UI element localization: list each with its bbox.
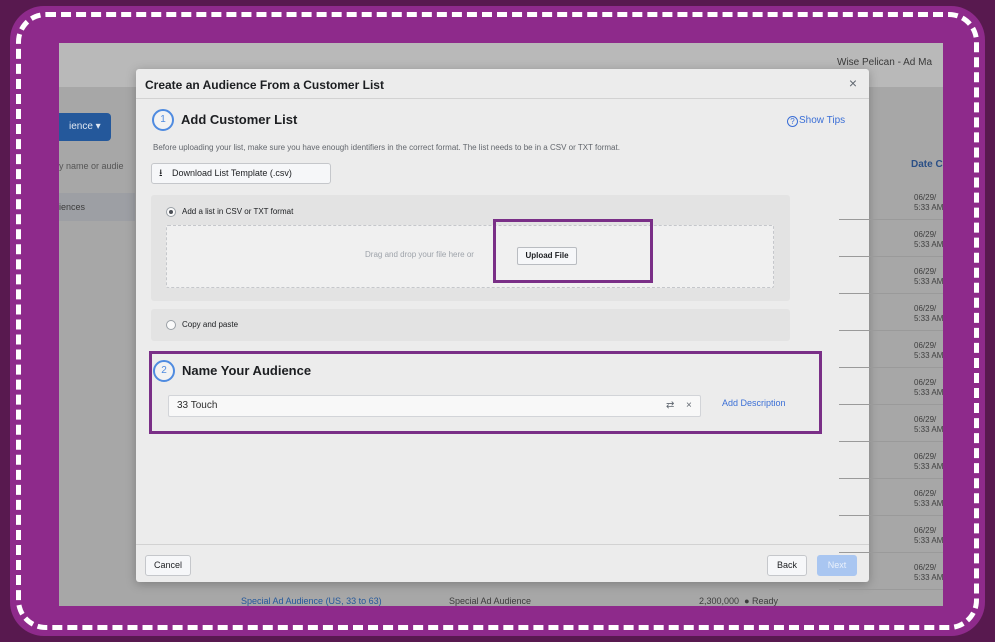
background-date-cell: 06/29/5:33 AM [914,378,943,398]
background-time-value: 5:33 AM [914,314,943,323]
background-time-value: 5:33 AM [914,462,943,471]
background-search-input: y name or audie [59,161,124,171]
upload-option-panel: Add a list in CSV or TXT format Drag and… [151,195,790,301]
background-date-cell: 06/29/5:33 AM [914,415,943,435]
cancel-button[interactable]: Cancel [145,555,191,576]
background-date-cell: 06/29/5:33 AM [914,452,943,472]
background-date-value: 06/29/ [914,489,937,498]
step-2-number: 2 [153,360,175,382]
modal-title: Create an Audience From a Customer List [145,78,384,92]
background-row-size-status: 2,300,000 ● Ready [699,596,778,606]
background-row-divider [839,219,943,220]
paste-option-panel[interactable]: Copy and paste [151,309,790,341]
background-time-value: 5:33 AM [914,536,943,545]
background-row-divider [839,589,943,590]
modal-footer: Cancel Back Next [136,544,869,582]
show-tips-link[interactable]: ? Show Tips [787,115,845,127]
background-sidebar-item: iences [59,193,135,221]
upload-option-label: Add a list in CSV or TXT format [182,207,294,216]
background-date-cell: 06/29/5:33 AM [914,230,943,250]
background-date-value: 06/29/ [914,304,937,313]
background-date-value: 06/29/ [914,526,937,535]
background-date-cell: 06/29/5:33 AM [914,341,943,361]
paste-option-label: Copy and paste [182,320,239,329]
background-time-value: 5:33 AM [914,240,943,249]
next-button[interactable]: Next [817,555,857,576]
download-template-button[interactable]: ⭳ Download List Template (.csv) [151,163,331,184]
background-date-value: 06/29/ [914,193,937,202]
dropzone-hint: Drag and drop your file here or [365,250,474,259]
background-row-divider [839,441,943,442]
audience-name-input[interactable]: 33 Touch ⇄ × [168,395,701,417]
show-tips-label: Show Tips [799,115,846,126]
background-time-value: 5:33 AM [914,277,943,286]
background-date-value: 06/29/ [914,563,937,572]
background-date-cell: 06/29/5:33 AM [914,563,943,583]
background-date-cell: 06/29/5:33 AM [914,193,943,213]
background-date-cell: 06/29/5:33 AM [914,489,943,509]
background-date-value: 06/29/ [914,267,937,276]
background-row-divider [839,515,943,516]
background-row-size: 2,300,000 [699,596,740,606]
background-date-cell: 06/29/5:33 AM [914,267,943,287]
step-1-number: 1 [152,109,174,131]
upload-option-radio[interactable] [166,207,176,217]
modal-header: Create an Audience From a Customer List … [136,69,869,99]
background-row-divider [839,552,943,553]
background-time-value: 5:33 AM [914,388,943,397]
background-row-name: Special Ad Audience (US, 33 to 63) [241,596,382,606]
background-time-value: 5:33 AM [914,499,943,508]
background-row-status: ● Ready [744,596,779,606]
background-row-divider [839,256,943,257]
screenshot-area: Wise Pelican - Ad Ma ience ▾ y name or a… [59,43,943,606]
clear-icon[interactable]: × [686,396,692,416]
download-template-label: Download List Template (.csv) [172,168,292,178]
background-date-value: 06/29/ [914,341,937,350]
paste-option-radio[interactable] [166,320,176,330]
background-date-cell: 06/29/5:33 AM [914,304,943,324]
background-time-value: 5:33 AM [914,351,943,360]
create-audience-modal: Create an Audience From a Customer List … [136,69,869,582]
counter-icon: ⇄ [666,400,675,411]
background-row-divider [839,404,943,405]
background-row-type: Special Ad Audience [449,596,532,606]
background-date-value: 06/29/ [914,452,937,461]
background-row-divider [839,367,943,368]
background-date-value: 06/29/ [914,378,937,387]
step-1-title: Add Customer List [181,112,298,127]
background-time-value: 5:33 AM [914,203,943,212]
step-2-title: Name Your Audience [182,363,312,378]
background-date-value: 06/29/ [914,230,937,239]
background-row-divider [839,478,943,479]
step-1-description: Before uploading your list, make sure yo… [153,143,620,152]
audience-name-value: 33 Touch [177,400,218,411]
add-description-link[interactable]: Add Description [722,398,786,408]
background-account-name: Wise Pelican - Ad Ma [837,57,933,68]
background-row-divider [839,293,943,294]
download-icon: ⭳ [159,168,163,179]
file-dropzone[interactable]: Drag and drop your file here or Upload F… [166,225,774,288]
help-icon: ? [787,116,798,127]
background-row-divider [839,330,943,331]
background-date-cell: 06/29/5:33 AM [914,526,943,546]
background-date-column-header: Date C [911,159,943,170]
close-icon[interactable]: × [849,75,857,91]
background-date-value: 06/29/ [914,415,937,424]
background-time-value: 5:33 AM [914,425,943,434]
name-audience-section: 2 Name Your Audience 33 Touch ⇄ × Add De… [149,351,822,434]
upload-highlight-box [493,219,653,283]
background-time-value: 5:33 AM [914,573,943,582]
back-button[interactable]: Back [767,555,807,576]
background-create-audience-button: ience ▾ [59,113,111,141]
